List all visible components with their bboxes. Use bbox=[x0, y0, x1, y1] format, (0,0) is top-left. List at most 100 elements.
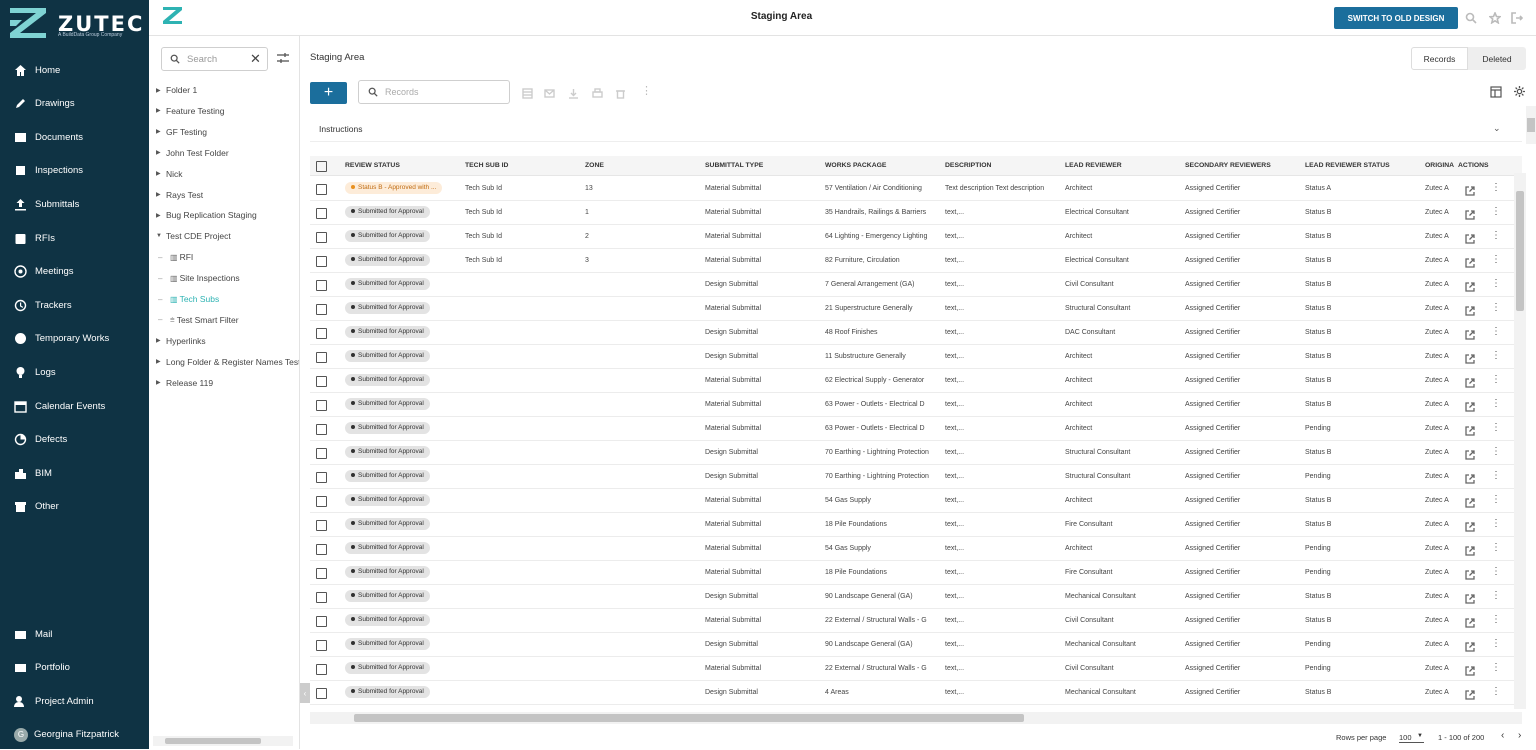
row-more-icon[interactable]: ⋮ bbox=[1491, 423, 1501, 435]
tree-item[interactable]: ▼ Test CDE Project bbox=[156, 228, 231, 244]
tree-item[interactable]: ▶ Rays Test bbox=[156, 187, 203, 203]
open-external-icon[interactable] bbox=[1465, 327, 1475, 340]
row-more-icon[interactable]: ⋮ bbox=[1491, 687, 1501, 699]
table-row[interactable]: Submitted for Approval Design Submittal 11… bbox=[310, 345, 1522, 369]
row-more-icon[interactable]: ⋮ bbox=[1491, 375, 1501, 387]
table-row[interactable]: Submitted for Approval Material Submittal… bbox=[310, 297, 1522, 321]
table-vscroll-thumb[interactable] bbox=[1516, 191, 1524, 311]
open-external-icon[interactable] bbox=[1465, 351, 1475, 364]
row-checkbox[interactable] bbox=[316, 424, 327, 435]
sidebar-item-documents[interactable]: Documents bbox=[0, 122, 149, 152]
logout-icon[interactable] bbox=[1511, 11, 1524, 24]
tree-horizontal-scrollbar[interactable] bbox=[153, 736, 293, 746]
collapse-tree-button[interactable]: ‹ bbox=[300, 683, 310, 703]
open-external-icon[interactable] bbox=[1465, 375, 1475, 388]
table-row[interactable]: Submitted for Approval Material Submittal… bbox=[310, 537, 1522, 561]
tree-item[interactable]: – ▥ RFI bbox=[158, 249, 193, 265]
caret-right-icon[interactable]: ▶ bbox=[156, 128, 166, 135]
records-search-input[interactable]: Records bbox=[358, 80, 510, 104]
caret-right-icon[interactable]: ▶ bbox=[156, 149, 166, 156]
row-more-icon[interactable]: ⋮ bbox=[1491, 255, 1501, 267]
sidebar-item-logs[interactable]: Logs bbox=[0, 357, 149, 387]
table-row[interactable]: Submitted for Approval Material Submittal… bbox=[310, 561, 1522, 585]
open-external-icon[interactable] bbox=[1465, 279, 1475, 292]
row-checkbox[interactable] bbox=[316, 544, 327, 555]
open-external-icon[interactable] bbox=[1465, 663, 1475, 676]
tree-item[interactable]: ▶ Hyperlinks bbox=[156, 333, 206, 349]
row-checkbox[interactable] bbox=[316, 304, 327, 315]
tree-item[interactable]: ▶ Bug Replication Staging bbox=[156, 207, 257, 223]
table-row[interactable]: Submitted for Approval Material Submittal… bbox=[310, 513, 1522, 537]
row-checkbox[interactable] bbox=[316, 616, 327, 627]
add-record-button[interactable]: + bbox=[310, 82, 347, 104]
row-more-icon[interactable]: ⋮ bbox=[1491, 303, 1501, 315]
open-external-icon[interactable] bbox=[1465, 231, 1475, 244]
sidebar-item-meetings[interactable]: Meetings bbox=[0, 257, 149, 287]
column-header[interactable]: TECH SUB ID bbox=[465, 156, 581, 176]
delete-icon[interactable] bbox=[615, 86, 626, 99]
tree-item[interactable]: ▶ Long Folder & Register Names Test bbox=[156, 354, 299, 370]
filter-settings-icon[interactable] bbox=[277, 52, 289, 64]
caret-right-icon[interactable]: ▶ bbox=[156, 107, 166, 114]
row-checkbox[interactable] bbox=[316, 328, 327, 339]
row-more-icon[interactable]: ⋮ bbox=[1491, 615, 1501, 627]
row-more-icon[interactable]: ⋮ bbox=[1491, 207, 1501, 219]
tab-deleted[interactable]: Deleted bbox=[1468, 47, 1526, 70]
sidebar-item-drawings[interactable]: Drawings bbox=[0, 89, 149, 119]
tree-item[interactable]: – ⩧ Test Smart Filter bbox=[158, 312, 239, 328]
column-header[interactable]: ACTIONS bbox=[1458, 156, 1518, 176]
caret-right-icon[interactable]: ▶ bbox=[156, 337, 166, 344]
sidebar-item-home[interactable]: Home bbox=[0, 55, 149, 85]
more-options-icon[interactable]: ⋮ bbox=[641, 84, 652, 97]
search-icon[interactable] bbox=[1465, 11, 1477, 24]
open-external-icon[interactable] bbox=[1465, 567, 1475, 580]
row-more-icon[interactable]: ⋮ bbox=[1491, 183, 1501, 195]
row-more-icon[interactable]: ⋮ bbox=[1491, 567, 1501, 579]
tree-item[interactable]: ▶ Feature Testing bbox=[156, 103, 224, 119]
tree-item[interactable]: ▶ GF Testing bbox=[156, 124, 207, 140]
row-more-icon[interactable]: ⋮ bbox=[1491, 495, 1501, 507]
download-icon[interactable] bbox=[568, 86, 579, 99]
sidebar-item-rfis[interactable]: RFIs bbox=[0, 223, 149, 253]
row-more-icon[interactable]: ⋮ bbox=[1491, 519, 1501, 531]
tree-item[interactable]: ▶ Nick bbox=[156, 166, 183, 182]
sidebar-item-georgina-fitzpatrick[interactable]: G Georgina Fitzpatrick bbox=[0, 720, 149, 750]
table-row[interactable]: Submitted for Approval Tech Sub Id 3 Materi… bbox=[310, 249, 1522, 273]
row-checkbox[interactable] bbox=[316, 520, 327, 531]
row-more-icon[interactable]: ⋮ bbox=[1491, 543, 1501, 555]
row-checkbox[interactable] bbox=[316, 256, 327, 267]
tree-branch-icon[interactable]: – bbox=[158, 315, 170, 324]
caret-right-icon[interactable]: ▶ bbox=[156, 170, 166, 177]
sidebar-item-mail[interactable]: Mail bbox=[0, 619, 149, 649]
row-more-icon[interactable]: ⋮ bbox=[1491, 399, 1501, 411]
prev-page-icon[interactable]: ‹ bbox=[1501, 730, 1504, 741]
table-row[interactable]: Submitted for Approval Material Submittal… bbox=[310, 489, 1522, 513]
column-header[interactable]: WORKS PACKAGE bbox=[825, 156, 941, 176]
row-checkbox[interactable] bbox=[316, 352, 327, 363]
table-row[interactable]: Submitted for Approval Design Submittal 90… bbox=[310, 585, 1522, 609]
next-page-icon[interactable]: › bbox=[1518, 730, 1521, 741]
open-external-icon[interactable] bbox=[1465, 303, 1475, 316]
caret-right-icon[interactable]: ▶ bbox=[156, 191, 166, 198]
row-checkbox[interactable] bbox=[316, 496, 327, 507]
table-row[interactable]: Submitted for Approval Design Submittal 4 … bbox=[310, 681, 1522, 705]
caret-right-icon[interactable]: ▶ bbox=[156, 379, 166, 386]
row-checkbox[interactable] bbox=[316, 448, 327, 459]
open-external-icon[interactable] bbox=[1465, 687, 1475, 700]
tree-item[interactable]: – ▥ Site Inspections bbox=[158, 270, 240, 286]
tree-branch-icon[interactable]: – bbox=[158, 295, 170, 304]
sidebar-item-temporary-works[interactable]: Temporary Works bbox=[0, 324, 149, 354]
open-external-icon[interactable] bbox=[1465, 255, 1475, 268]
row-checkbox[interactable] bbox=[316, 232, 327, 243]
table-row[interactable]: Submitted for Approval Design Submittal 70… bbox=[310, 441, 1522, 465]
tree-item[interactable]: ▶ Folder 1 bbox=[156, 82, 197, 98]
table-row[interactable]: Submitted for Approval Design Submittal 90… bbox=[310, 633, 1522, 657]
table-horizontal-scrollbar[interactable] bbox=[310, 712, 1522, 724]
caret-right-icon[interactable]: ▶ bbox=[156, 212, 166, 219]
open-external-icon[interactable] bbox=[1465, 591, 1475, 604]
row-checkbox[interactable] bbox=[316, 472, 327, 483]
tree-search-input[interactable]: Search ✕ bbox=[161, 47, 268, 71]
open-external-icon[interactable] bbox=[1465, 207, 1475, 220]
column-header[interactable]: REVIEW STATUS bbox=[345, 156, 461, 176]
table-row[interactable]: Submitted for Approval Material Submittal… bbox=[310, 417, 1522, 441]
